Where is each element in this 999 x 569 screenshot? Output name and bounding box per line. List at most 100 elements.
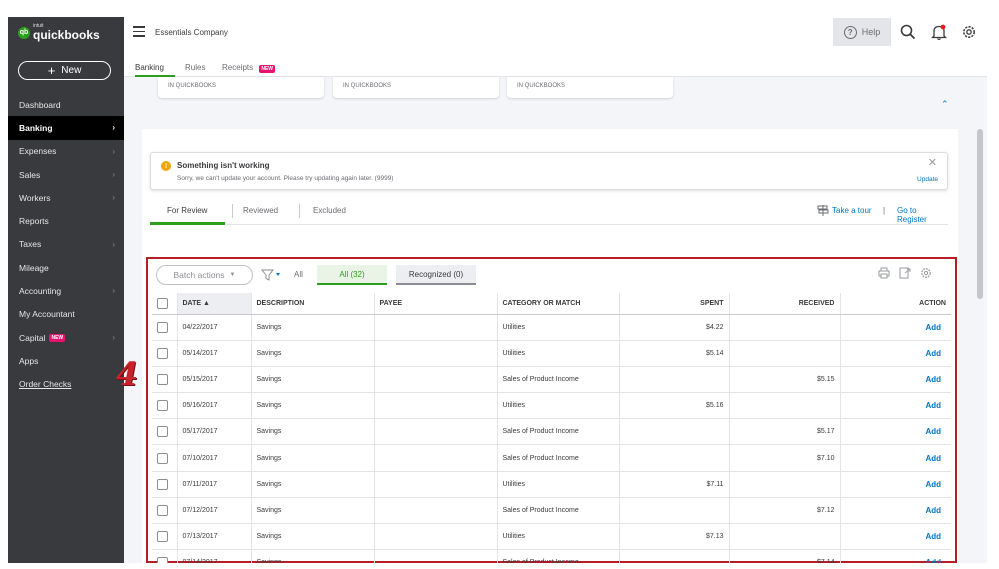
- payee-cell[interactable]: [374, 392, 498, 420]
- payee-cell[interactable]: [374, 497, 498, 525]
- table-row[interactable]: 07/11/2017 Savings Utilities $7.11 Add: [152, 471, 951, 498]
- sidebar-item-expenses[interactable]: Expenses ›: [8, 140, 124, 163]
- bell-icon[interactable]: [931, 24, 947, 41]
- tab-rules[interactable]: Rules: [185, 63, 205, 72]
- sidebar-item-workers[interactable]: Workers ›: [8, 186, 124, 209]
- category-column-header[interactable]: CATEGORY OR MATCH: [497, 293, 620, 315]
- tab-receipts[interactable]: Receipts NEW: [222, 63, 276, 73]
- category-cell[interactable]: Utilities: [497, 392, 620, 420]
- print-icon[interactable]: [878, 267, 890, 279]
- category-cell[interactable]: Sales of Product Income: [497, 418, 620, 446]
- new-button[interactable]: + New: [18, 61, 111, 80]
- page-scrollbar[interactable]: [977, 129, 983, 299]
- category-cell[interactable]: Sales of Product Income: [497, 366, 620, 394]
- received-column-header[interactable]: RECEIVED: [729, 293, 841, 315]
- add-button[interactable]: Add: [840, 497, 951, 525]
- table-row[interactable]: 04/22/2017 Savings Utilities $4.22 Add: [152, 314, 951, 341]
- batch-actions-button[interactable]: Batch actions ▼: [156, 265, 253, 285]
- table-row[interactable]: 07/13/2017 Savings Utilities $7.13 Add: [152, 523, 951, 551]
- gear-icon[interactable]: [961, 24, 977, 40]
- tab-reviewed[interactable]: Reviewed: [243, 206, 278, 215]
- payee-cell[interactable]: [374, 366, 498, 394]
- sidebar-item-my-accountant[interactable]: My Accountant: [8, 303, 124, 326]
- quickbooks-logo[interactable]: qb intuit quickbooks: [18, 24, 100, 41]
- account-card[interactable]: IN QUICKBOOKS: [158, 77, 324, 98]
- sidebar-item-sales[interactable]: Sales ›: [8, 163, 124, 186]
- payee-cell[interactable]: [374, 523, 498, 551]
- help-button[interactable]: ? Help: [833, 18, 891, 46]
- payee-cell[interactable]: [374, 444, 498, 472]
- payee-cell[interactable]: [374, 471, 498, 498]
- category-cell[interactable]: Sales of Product Income: [497, 549, 620, 563]
- filter-icon[interactable]: [261, 269, 281, 281]
- row-checkbox[interactable]: [157, 400, 168, 412]
- sidebar-item-banking[interactable]: Banking ›: [8, 116, 124, 140]
- payee-cell[interactable]: [374, 314, 498, 341]
- table-row[interactable]: 05/15/2017 Savings Sales of Product Income…: [152, 366, 951, 394]
- sidebar-item-accounting[interactable]: Accounting ›: [8, 279, 124, 302]
- add-button[interactable]: Add: [840, 366, 951, 394]
- row-checkbox[interactable]: [157, 452, 168, 464]
- all-filter-pill[interactable]: All (32): [317, 265, 387, 285]
- add-button[interactable]: Add: [840, 392, 951, 420]
- search-icon[interactable]: [900, 24, 916, 40]
- payee-cell[interactable]: [374, 418, 498, 446]
- add-button[interactable]: Add: [840, 549, 951, 563]
- close-icon[interactable]: ✕: [928, 156, 937, 169]
- table-row[interactable]: 07/14/2017 Savings Sales of Product Income…: [152, 549, 951, 563]
- table-row[interactable]: 05/14/2017 Savings Utilities $5.14 Add: [152, 340, 951, 367]
- category-cell[interactable]: Sales of Product Income: [497, 444, 620, 472]
- chevron-up-icon[interactable]: ⌃: [941, 99, 949, 110]
- account-card[interactable]: IN QUICKBOOKS: [507, 77, 673, 98]
- payee-column-header[interactable]: PAYEE: [374, 293, 498, 315]
- sidebar-item-reports[interactable]: Reports: [8, 209, 124, 232]
- row-checkbox[interactable]: [157, 426, 168, 438]
- category-cell[interactable]: Utilities: [497, 471, 620, 498]
- table-row[interactable]: 07/12/2017 Savings Sales of Product Income…: [152, 497, 951, 525]
- sidebar-item-capital[interactable]: Capital NEW ›: [8, 326, 124, 349]
- category-cell[interactable]: Utilities: [497, 340, 620, 367]
- payee-cell[interactable]: [374, 549, 498, 563]
- row-checkbox[interactable]: [157, 321, 168, 333]
- sidebar-item-dashboard[interactable]: Dashboard: [8, 93, 124, 116]
- add-button[interactable]: Add: [840, 314, 951, 341]
- sidebar-item-taxes[interactable]: Taxes ›: [8, 233, 124, 256]
- table-row[interactable]: 05/17/2017 Savings Sales of Product Income…: [152, 418, 951, 446]
- row-checkbox[interactable]: [157, 373, 168, 385]
- add-button[interactable]: Add: [840, 340, 951, 367]
- add-button[interactable]: Add: [840, 418, 951, 446]
- spent-column-header[interactable]: SPENT: [619, 293, 730, 315]
- date-column-header[interactable]: DATE ▲: [177, 293, 252, 315]
- take-a-tour-link[interactable]: Take a tour: [832, 206, 872, 215]
- payee-cell[interactable]: [374, 340, 498, 367]
- row-checkbox[interactable]: [157, 347, 168, 359]
- category-cell[interactable]: Utilities: [497, 523, 620, 551]
- sidebar-item-apps[interactable]: Apps: [8, 349, 124, 372]
- tab-for-review[interactable]: For Review: [167, 206, 207, 215]
- tab-banking[interactable]: Banking: [135, 63, 164, 72]
- go-to-register-link[interactable]: Go to Register: [897, 206, 948, 224]
- account-card[interactable]: IN QUICKBOOKS: [333, 77, 499, 98]
- table-row[interactable]: 07/10/2017 Savings Sales of Product Income…: [152, 444, 951, 472]
- row-checkbox[interactable]: [157, 478, 168, 490]
- category-cell[interactable]: Utilities: [497, 314, 620, 341]
- select-all-checkbox[interactable]: [157, 297, 168, 309]
- export-icon[interactable]: [899, 267, 911, 279]
- add-button[interactable]: Add: [840, 523, 951, 551]
- description-column-header[interactable]: DESCRIPTION: [251, 293, 375, 315]
- row-checkbox[interactable]: [157, 504, 168, 516]
- add-button[interactable]: Add: [840, 444, 951, 472]
- sidebar-item-mileage[interactable]: Mileage: [8, 256, 124, 279]
- add-button[interactable]: Add: [840, 471, 951, 498]
- hamburger-menu-icon[interactable]: [133, 26, 145, 40]
- brand-name: quickbooks: [33, 28, 100, 42]
- category-cell[interactable]: Sales of Product Income: [497, 497, 620, 525]
- sidebar-item-order-checks[interactable]: Order Checks: [8, 373, 124, 396]
- recognized-filter-pill[interactable]: Recognized (0): [396, 265, 476, 285]
- update-link[interactable]: Update: [917, 176, 938, 183]
- row-checkbox[interactable]: [157, 557, 168, 563]
- row-checkbox[interactable]: [157, 531, 168, 543]
- table-settings-gear-icon[interactable]: [920, 267, 932, 279]
- tab-excluded[interactable]: Excluded: [313, 206, 346, 215]
- table-row[interactable]: 05/16/2017 Savings Utilities $5.16 Add: [152, 392, 951, 420]
